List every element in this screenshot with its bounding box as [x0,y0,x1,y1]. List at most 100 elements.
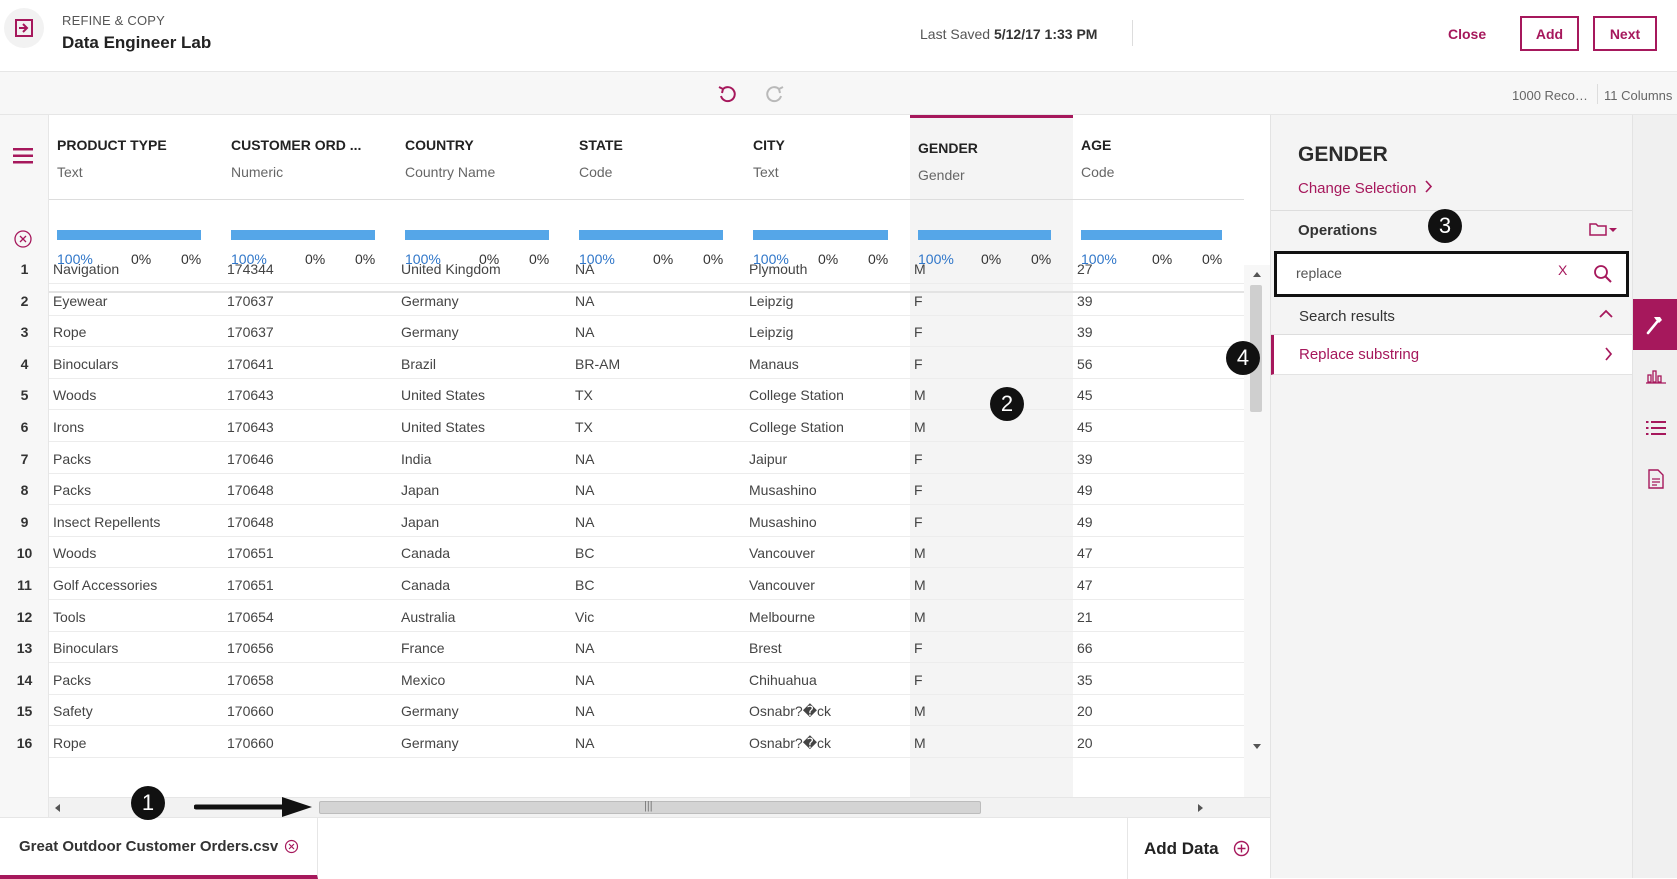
table-cell[interactable]: 56 [1077,356,1240,372]
table-cell[interactable]: Germany [401,703,567,719]
table-cell[interactable]: Japan [401,482,567,498]
table-cell[interactable]: 39 [1077,324,1240,340]
table-cell[interactable]: Vic [575,609,741,625]
column-header[interactable]: COUNTRY Country Name [397,115,571,200]
table-cell[interactable]: F [914,672,1069,688]
table-cell[interactable]: M [914,419,1069,435]
search-results-header[interactable]: Search results [1271,297,1633,335]
table-cell[interactable]: Navigation [53,261,219,277]
table-cell[interactable]: Manaus [749,356,906,372]
table-cell[interactable]: NA [575,261,741,277]
add-data-button[interactable]: Add Data [1127,818,1270,879]
rail-profile-button[interactable] [1633,354,1677,398]
table-cell[interactable]: India [401,451,567,467]
clear-filter-button[interactable] [13,229,33,254]
table-cell[interactable]: 170651 [227,545,393,561]
table-cell[interactable]: Rope [53,324,219,340]
table-cell[interactable]: Binoculars [53,356,219,372]
next-button[interactable]: Next [1593,16,1657,51]
table-cell[interactable]: 47 [1077,545,1240,561]
table-cell[interactable]: Jaipur [749,451,906,467]
table-cell[interactable]: Mexico [401,672,567,688]
table-cell[interactable]: Germany [401,324,567,340]
table-cell[interactable]: Safety [53,703,219,719]
table-cell[interactable]: 170651 [227,577,393,593]
table-cell[interactable]: Australia [401,609,567,625]
table-cell[interactable]: Insect Repellents [53,514,219,530]
table-cell[interactable]: Musashino [749,482,906,498]
operations-menu-button[interactable] [1589,221,1617,242]
table-cell[interactable]: 49 [1077,482,1240,498]
table-cell[interactable]: NA [575,672,741,688]
table-cell[interactable]: NA [575,324,741,340]
table-cell[interactable]: 170643 [227,419,393,435]
table-cell[interactable]: Tools [53,609,219,625]
table-cell[interactable]: TX [575,387,741,403]
table-cell[interactable]: NA [575,451,741,467]
table-cell[interactable]: 170658 [227,672,393,688]
table-cell[interactable]: 170654 [227,609,393,625]
change-selection-link[interactable]: Change Selection [1298,180,1433,197]
table-cell[interactable]: M [914,609,1069,625]
table-cell[interactable]: Plymouth [749,261,906,277]
search-clear-button[interactable]: X [1558,262,1567,278]
table-cell[interactable]: NA [575,735,741,751]
table-cell[interactable]: Packs [53,482,219,498]
table-cell[interactable]: 170648 [227,514,393,530]
table-cell[interactable]: M [914,735,1069,751]
table-cell[interactable]: Canada [401,577,567,593]
table-cell[interactable]: F [914,356,1069,372]
column-header[interactable]: GENDER Gender [910,115,1073,200]
table-cell[interactable]: 170637 [227,324,393,340]
table-cell[interactable]: Packs [53,451,219,467]
table-cell[interactable]: Japan [401,514,567,530]
table-cell[interactable]: M [914,545,1069,561]
table-cell[interactable]: 170656 [227,640,393,656]
table-cell[interactable]: F [914,482,1069,498]
table-cell[interactable]: 35 [1077,672,1240,688]
table-cell[interactable]: Leipzig [749,324,906,340]
table-cell[interactable]: F [914,324,1069,340]
add-button[interactable]: Add [1520,16,1579,51]
table-cell[interactable]: Leipzig [749,293,906,309]
column-header[interactable]: STATE Code [571,115,745,200]
close-circle-icon[interactable] [284,839,299,854]
table-cell[interactable]: F [914,640,1069,656]
table-cell[interactable]: BR-AM [575,356,741,372]
table-cell[interactable]: NA [575,640,741,656]
table-cell[interactable]: 47 [1077,577,1240,593]
table-cell[interactable]: BC [575,545,741,561]
table-cell[interactable]: 39 [1077,293,1240,309]
redo-button[interactable] [764,83,786,110]
table-cell[interactable]: Irons [53,419,219,435]
table-cell[interactable]: Rope [53,735,219,751]
table-cell[interactable]: 21 [1077,609,1240,625]
table-cell[interactable]: Germany [401,735,567,751]
table-cell[interactable]: NA [575,482,741,498]
table-cell[interactable]: Vancouver [749,545,906,561]
table-cell[interactable]: Melbourne [749,609,906,625]
table-cell[interactable]: 170641 [227,356,393,372]
table-cell[interactable]: Brest [749,640,906,656]
table-cell[interactable]: F [914,293,1069,309]
table-cell[interactable]: Woods [53,545,219,561]
table-cell[interactable]: Chihuahua [749,672,906,688]
rail-steps-button[interactable] [1633,406,1677,450]
table-cell[interactable]: Germany [401,293,567,309]
column-header[interactable]: AGE Code [1073,115,1244,200]
rail-info-button[interactable] [1633,457,1677,501]
dataset-tab[interactable]: Great Outdoor Customer Orders.csv [0,818,318,879]
table-cell[interactable]: College Station [749,419,906,435]
table-cell[interactable]: Osnabr?�ck [749,703,906,720]
column-header[interactable]: CITY Text [745,115,910,200]
table-cell[interactable]: 174344 [227,261,393,277]
table-cell[interactable]: 45 [1077,387,1240,403]
table-cell[interactable]: Packs [53,672,219,688]
table-cell[interactable]: United States [401,419,567,435]
table-cell[interactable]: TX [575,419,741,435]
table-cell[interactable]: United Kingdom [401,261,567,277]
table-cell[interactable]: NA [575,293,741,309]
table-cell[interactable]: F [914,451,1069,467]
table-cell[interactable]: 170648 [227,482,393,498]
undo-button[interactable] [716,83,738,110]
